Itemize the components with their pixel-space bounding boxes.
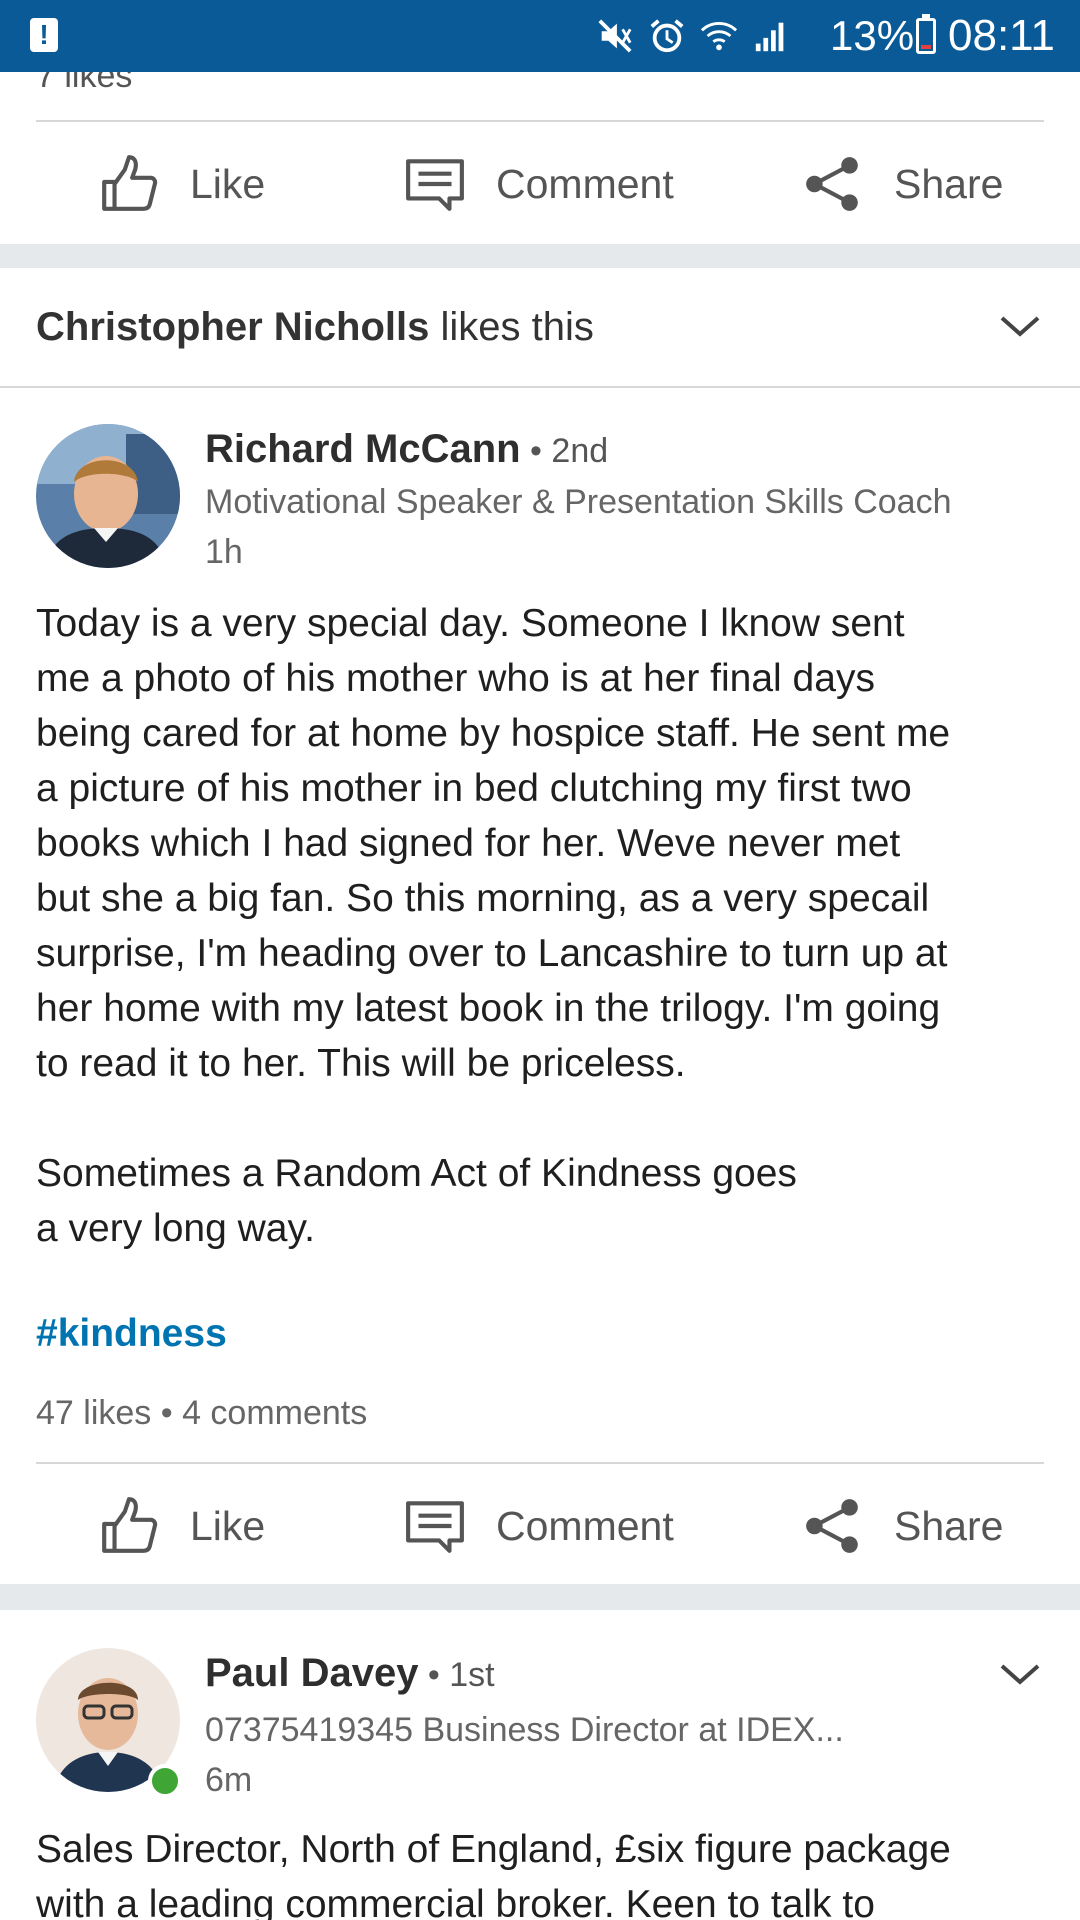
author-name[interactable]: Richard McCann — [205, 427, 521, 471]
chevron-down-icon[interactable] — [998, 1660, 1042, 1688]
divider — [36, 1462, 1044, 1464]
author-line: Richard McCann • 2nd — [205, 427, 609, 471]
social-context: Christopher Nicholls likes this — [36, 304, 594, 350]
online-status-badge — [148, 1764, 182, 1798]
battery-percentage: 13% — [830, 12, 915, 59]
author-headline: Motivational Speaker & Presentation Skil… — [205, 483, 952, 521]
comment-icon — [406, 159, 464, 211]
comment-label: Comment — [496, 1502, 674, 1549]
battery-icon — [916, 14, 936, 54]
share-button[interactable]: Share — [802, 124, 1003, 244]
like-icon — [102, 155, 158, 211]
liker-name[interactable]: Christopher Nicholls — [36, 305, 429, 349]
post-timestamp: 1h — [205, 533, 243, 571]
liker-suffix: likes this — [429, 305, 594, 349]
share-button[interactable]: Share — [802, 1466, 1003, 1586]
mute-icon — [598, 19, 632, 53]
chevron-down-icon[interactable] — [998, 312, 1042, 340]
share-label: Share — [894, 160, 1004, 207]
post-card: Christopher Nicholls likes this Richard … — [0, 268, 1080, 1584]
post-card-2: Paul Davey • 1st 07375419345 Business Di… — [0, 1610, 1080, 1920]
status-icons — [596, 16, 790, 56]
avatar-image — [36, 424, 180, 568]
post-body: Today is a very special day. Someone I l… — [36, 602, 951, 1250]
comment-button[interactable]: Comment — [404, 1466, 674, 1586]
post-stats: 47 likes • 4 comments — [36, 1394, 368, 1432]
status-bar: 13% 08:11 — [0, 0, 1080, 72]
comment-icon — [406, 1501, 464, 1553]
avatar[interactable] — [36, 424, 180, 568]
signal-icon — [755, 22, 784, 52]
share-icon — [806, 157, 858, 211]
previous-post-likes[interactable]: 7 likes — [36, 72, 132, 96]
post-action-bar: Like Comment Share — [0, 1466, 1080, 1586]
connection-degree: 2nd — [551, 432, 609, 470]
like-label: Like — [190, 1502, 266, 1549]
author-line: Paul Davey • 1st — [205, 1651, 495, 1695]
author-name[interactable]: Paul Davey — [205, 1651, 418, 1695]
notification-icon — [30, 18, 58, 52]
comment-button[interactable]: Comment — [404, 124, 674, 244]
alarm-icon — [650, 19, 684, 53]
share-icon — [806, 1499, 858, 1553]
like-label: Like — [190, 160, 266, 207]
comments-count[interactable]: 4 comments — [182, 1394, 367, 1432]
comment-label: Comment — [496, 160, 674, 207]
author-headline: 07375419345 Business Director at IDEX... — [205, 1711, 844, 1749]
wifi-icon — [700, 22, 738, 51]
post-body: Sales Director, North of England, £six f… — [36, 1828, 951, 1920]
previous-post-action-bar: Like Comment Share — [0, 124, 1080, 244]
status-clock: 08:11 — [948, 11, 1055, 60]
divider — [0, 386, 1080, 388]
previous-post-card: 7 likes Like Comment Share — [0, 72, 1080, 244]
like-icon — [102, 1497, 158, 1553]
hashtag-link[interactable]: #kindness — [36, 1312, 227, 1356]
post-timestamp: 6m — [205, 1761, 253, 1799]
like-button[interactable]: Like — [98, 1466, 265, 1586]
divider — [36, 120, 1044, 122]
connection-degree: 1st — [449, 1656, 495, 1694]
like-button[interactable]: Like — [98, 124, 265, 244]
likes-count[interactable]: 47 likes — [36, 1394, 151, 1432]
share-label: Share — [894, 1502, 1004, 1549]
